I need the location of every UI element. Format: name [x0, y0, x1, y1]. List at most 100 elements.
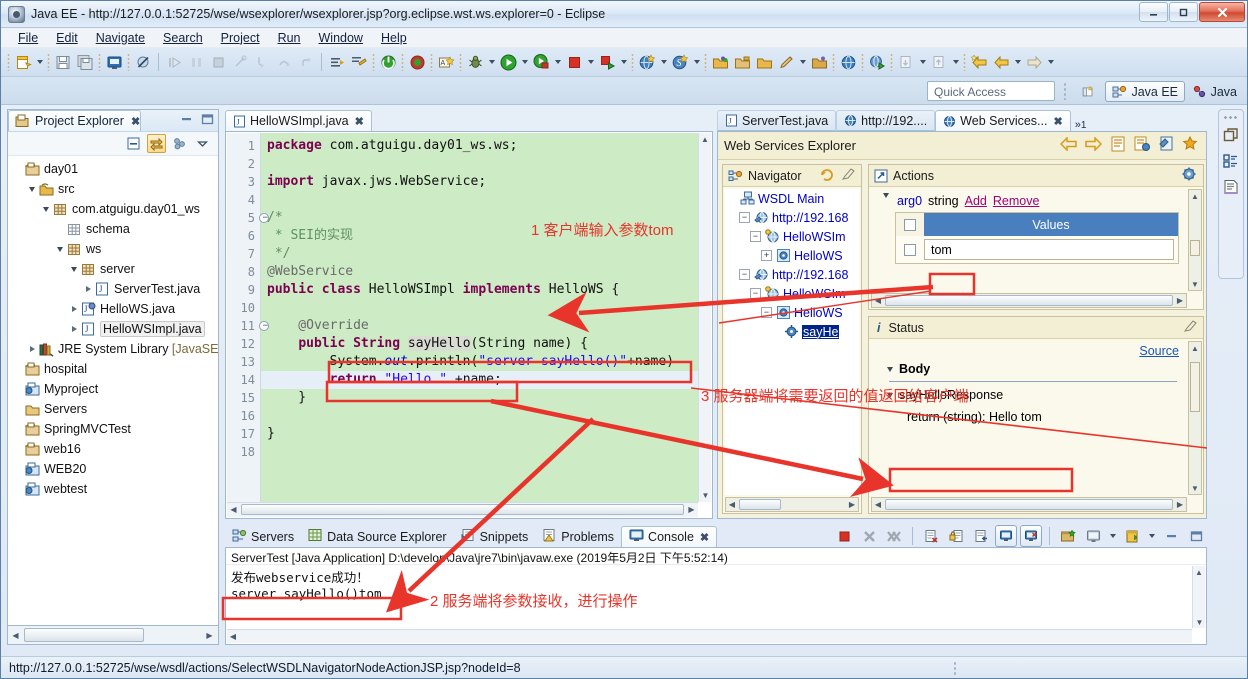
tree-expander-icon[interactable] — [54, 243, 66, 255]
chevron-down-icon-2[interactable] — [1146, 525, 1157, 547]
collapse-all-icon[interactable] — [124, 134, 143, 153]
debug-dropdown-icon[interactable] — [486, 51, 497, 73]
scroll-right-icon[interactable]: ▶ — [1174, 294, 1186, 307]
debug-bug-icon[interactable] — [464, 51, 486, 73]
terminate-icon[interactable] — [833, 525, 855, 547]
console-tab-servers[interactable]: Servers — [225, 526, 301, 547]
tree-item-webtest[interactable]: webtest — [8, 479, 218, 499]
tree-item-myproject[interactable]: Myproject — [8, 379, 218, 399]
select-all-checkbox[interactable] — [904, 218, 916, 231]
scroll-left-icon[interactable]: ◀ — [9, 628, 22, 642]
tree-item-hospital[interactable]: hospital — [8, 359, 218, 379]
open-type-icon[interactable] — [326, 51, 348, 73]
tree-expander-icon[interactable] — [82, 283, 94, 295]
editor-vertical-scrollbar[interactable]: ▲ ▼ — [698, 133, 711, 502]
fast-view-grip[interactable] — [1223, 115, 1239, 120]
wsdl-node-sayhe[interactable]: sayHe — [725, 322, 859, 341]
code-area[interactable]: 1 2 3 4 5−6 7 8 9 10 11−12 13 14 15 16 17 18 package co… — [227, 133, 698, 502]
forward-dropdown-icon[interactable] — [1045, 51, 1056, 73]
close-icon[interactable]: ✖ — [700, 531, 709, 544]
tree-item-springmvctest[interactable]: SpringMVCTest — [8, 419, 218, 439]
tree-expander-icon[interactable] — [68, 303, 80, 315]
scroll-left-icon[interactable]: ◀ — [872, 294, 884, 307]
new-web-service-icon[interactable] — [636, 51, 658, 73]
menu-project[interactable]: Project — [212, 30, 269, 46]
scroll-down-icon[interactable]: ▼ — [1189, 278, 1201, 290]
open-task-icon[interactable] — [753, 51, 775, 73]
run-tomcat-icon[interactable] — [406, 51, 428, 73]
tree-expander-icon[interactable] — [54, 223, 66, 235]
wsdl-node-hellows[interactable]: + HelloWS — [725, 246, 859, 265]
scroll-up-icon[interactable]: ▲ — [1189, 190, 1201, 202]
tree-item-web20[interactable]: WEB20 — [8, 459, 218, 479]
open-package-icon[interactable] — [709, 51, 731, 73]
open-folder-icon[interactable] — [808, 51, 830, 73]
console-tab-problems[interactable]: Problems — [535, 526, 621, 547]
start-server-dropdown-icon[interactable] — [618, 51, 629, 73]
console-vscrollbar[interactable]: ▲ ▼ — [1192, 566, 1205, 628]
scroll-right-icon[interactable]: ▶ — [846, 498, 858, 511]
properties-view-icon[interactable] — [1223, 179, 1239, 198]
scroll-left-icon[interactable]: ◀ — [872, 498, 884, 511]
run-validation-icon[interactable]: A — [435, 51, 457, 73]
param-collapse-icon[interactable] — [883, 193, 889, 212]
actions-menu-icon[interactable] — [1181, 167, 1198, 185]
scroll-right-icon[interactable]: ▶ — [685, 503, 698, 516]
forward-icon[interactable] — [1023, 51, 1045, 73]
back-with-star-icon[interactable] — [968, 51, 990, 73]
run-external-tools-icon[interactable] — [530, 51, 552, 73]
wsdl-node-label[interactable]: WSDL Main — [758, 192, 824, 206]
tree-expander-icon[interactable] — [12, 483, 24, 495]
back-arrow-icon[interactable] — [1059, 136, 1077, 154]
view-menu-icon[interactable] — [170, 134, 189, 153]
tree-expander-icon[interactable] — [26, 343, 38, 355]
close-icon[interactable]: ✖ — [355, 115, 364, 128]
tab-browser[interactable]: http://192.... — [836, 110, 936, 131]
console-tab-console[interactable]: Console ✖ — [621, 526, 718, 547]
new-wizard-dropdown-icon[interactable] — [34, 51, 45, 73]
link-with-editor-icon[interactable] — [147, 134, 166, 153]
maximize-icon[interactable] — [201, 113, 214, 129]
save-icon[interactable] — [52, 51, 74, 73]
console-tab-data-source-explorer[interactable]: Data Source Explorer — [301, 526, 454, 547]
tree-expander-icon[interactable] — [12, 443, 24, 455]
scroll-left-icon[interactable]: ◀ — [227, 503, 240, 516]
tree-expander-icon[interactable] — [12, 403, 24, 415]
import-dropdown-icon[interactable] — [917, 51, 928, 73]
run-dropdown-icon[interactable] — [519, 51, 530, 73]
maximize-icon[interactable] — [1185, 525, 1207, 547]
scroll-right-icon[interactable]: ▶ — [1174, 498, 1186, 511]
skip-breakpoints-icon[interactable] — [132, 51, 154, 73]
wsdl-node-hellowsim[interactable]: − HelloWSIm — [725, 227, 859, 246]
scroll-up-icon[interactable]: ▲ — [1193, 566, 1205, 578]
scroll-left-icon[interactable]: ◀ — [726, 498, 738, 511]
wsdl-node-label[interactable]: HelloWS — [794, 249, 843, 263]
param-name-link[interactable]: arg0 — [897, 194, 922, 208]
tree-item-src[interactable]: src — [8, 179, 218, 199]
perspective-java[interactable]: Java — [1186, 81, 1243, 102]
tree-item-day01[interactable]: day01 — [8, 159, 218, 179]
new-spring-bean-icon[interactable]: S — [669, 51, 691, 73]
display-selected-console-icon[interactable] — [1082, 525, 1104, 547]
uddi-page-icon[interactable] — [1134, 136, 1150, 155]
chevron-down-icon[interactable] — [1107, 525, 1118, 547]
scroll-up-icon[interactable]: ▲ — [699, 133, 711, 146]
quick-access-input[interactable]: Quick Access — [927, 81, 1055, 101]
chevron-down-icon[interactable] — [193, 134, 212, 153]
run-icon[interactable] — [497, 51, 519, 73]
task-dropdown-icon[interactable] — [797, 51, 808, 73]
wsdl-node-label[interactable]: HelloWSIm — [783, 287, 846, 301]
save-all-icon[interactable] — [74, 51, 96, 73]
menu-run[interactable]: Run — [269, 30, 310, 46]
stop-server-icon[interactable] — [563, 51, 585, 73]
project-explorer-tab[interactable]: Project Explorer ✖ — [8, 110, 142, 131]
actions-hscroll-thumb[interactable] — [885, 295, 1173, 306]
actions-hscrollbar[interactable]: ◀ ▶ — [871, 293, 1187, 308]
tree-item-servers[interactable]: Servers — [8, 399, 218, 419]
console-tab-snippets[interactable]: Snippets — [454, 526, 536, 547]
menu-file[interactable]: File — [9, 30, 47, 46]
back-dropdown-icon[interactable] — [1012, 51, 1023, 73]
start-server-icon[interactable] — [596, 51, 618, 73]
project-tree[interactable]: day01 src com.atguigu.day01_ws schema ws serv… — [8, 156, 218, 499]
tree-item-hellowsimpl-java[interactable]: J HelloWSImpl.java — [8, 319, 218, 339]
